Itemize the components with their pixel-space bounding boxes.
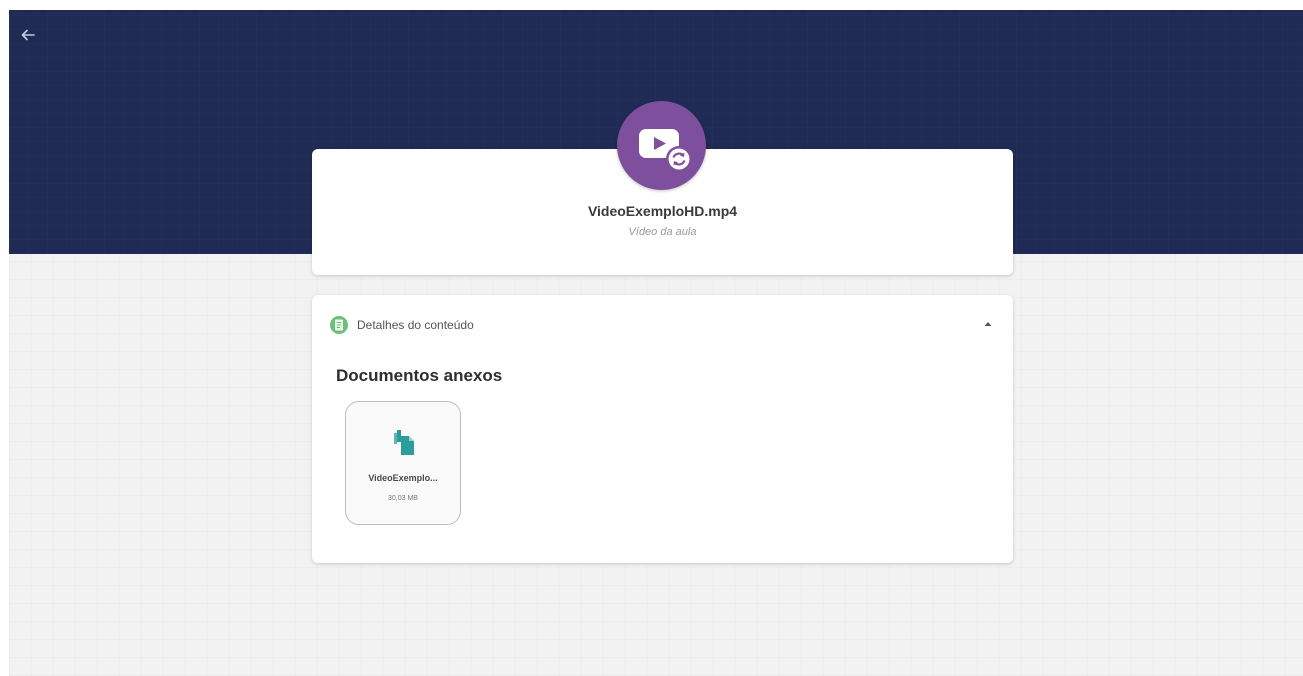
file-title: VideoExemploHD.mp4 — [587, 203, 738, 219]
file-icon — [394, 430, 414, 455]
section-title: Documentos anexos — [336, 366, 503, 385]
document-icon — [330, 316, 348, 334]
attachment-card[interactable]: VideoExemplo... 30,03 MB — [345, 401, 461, 525]
back-button[interactable] — [17, 24, 39, 46]
attachment-size: 30,03 MB — [388, 495, 418, 502]
content-details-label: Detalhes do conteúdo — [357, 318, 474, 332]
attachment-name: VideoExemplo... — [368, 473, 438, 483]
caret-up-icon — [984, 322, 992, 326]
video-sync-icon — [617, 101, 706, 190]
content-details-card: Detalhes do conteúdo Documentos anexos V… — [312, 295, 1013, 563]
arrow-left-icon — [21, 29, 35, 41]
content-details-toggle[interactable]: Detalhes do conteúdo — [330, 315, 474, 335]
page-viewport: VideoExemploHD.mp4 Vídeo da aula Detalhe… — [9, 10, 1303, 676]
collapse-button[interactable] — [981, 317, 995, 331]
file-subtitle: Vídeo da aula — [628, 226, 697, 238]
